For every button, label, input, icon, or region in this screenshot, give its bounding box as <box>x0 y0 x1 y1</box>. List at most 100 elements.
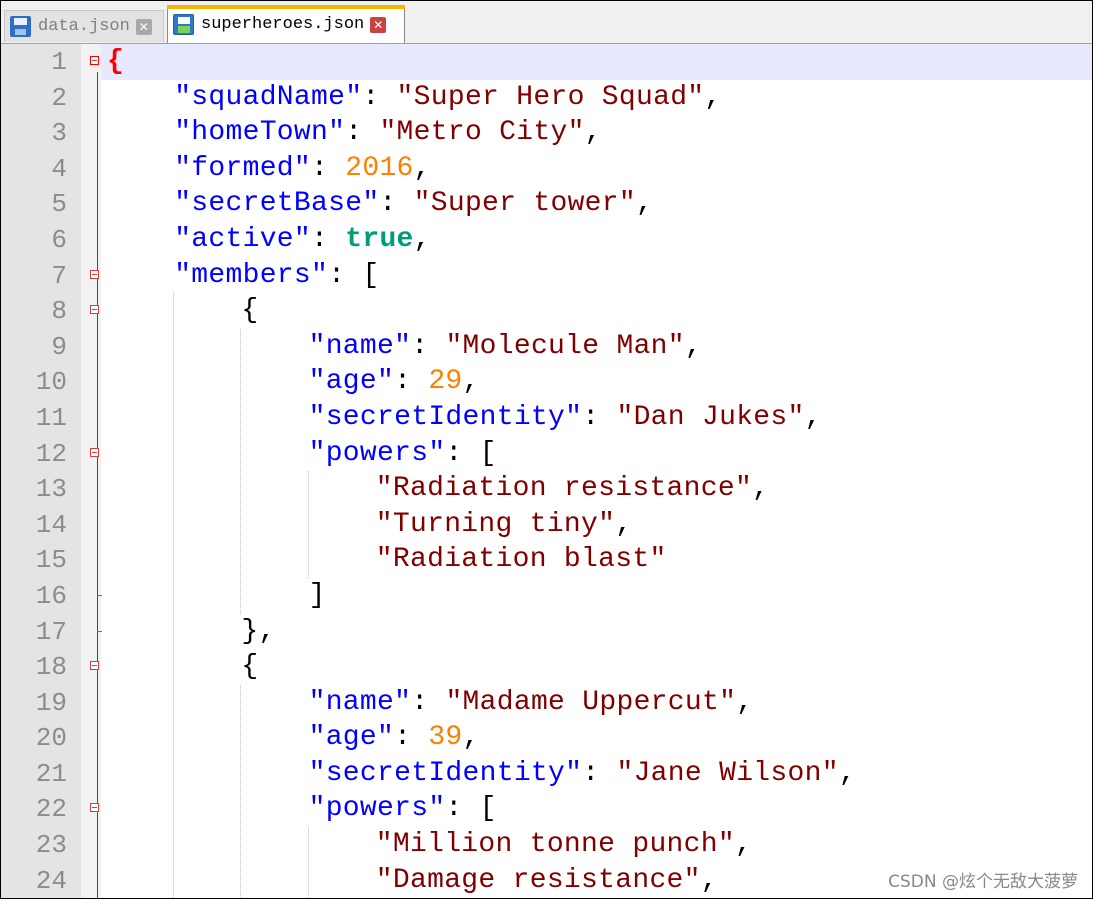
tab-superheroes-json[interactable]: superheroes.json ✕ <box>167 5 405 43</box>
line-number: 3 <box>51 118 67 149</box>
line-number: 9 <box>51 331 67 362</box>
line-number: 4 <box>51 153 67 184</box>
code-token: , <box>413 223 431 255</box>
code-line: 13 "Radiation resistance", <box>1 471 1092 507</box>
code-token: , <box>615 508 633 540</box>
code-token: true <box>345 223 414 255</box>
code-line: 4 "formed": 2016, <box>1 151 1092 187</box>
code-token: "Madame Uppercut" <box>445 686 737 718</box>
line-number: 19 <box>35 687 67 718</box>
code-line: 15 "Radiation blast" <box>1 542 1092 578</box>
line-number: 17 <box>35 616 67 647</box>
save-icon <box>10 16 31 37</box>
code-editor[interactable]: 1{2 "squadName": "Super Hero Squad", 3 "hom… <box>1 44 1092 898</box>
code-token: "Molecule Man" <box>445 330 685 362</box>
close-icon[interactable]: ✕ <box>135 18 152 35</box>
code-text: { <box>241 649 258 685</box>
code-token: , <box>462 366 480 398</box>
code-token: "Super Hero Squad" <box>396 81 705 113</box>
code-token: "age" <box>308 722 395 754</box>
code-token: { <box>107 46 125 77</box>
fold-minus-icon[interactable] <box>90 305 99 315</box>
code-text: "name": "Madame Uppercut", <box>309 685 754 721</box>
watermark: CSDN @炫个无敌大菠萝 <box>888 867 1078 892</box>
code-token: , <box>462 722 480 754</box>
line-number: 13 <box>35 474 67 505</box>
close-icon[interactable]: ✕ <box>370 16 387 33</box>
fold-minus-icon[interactable] <box>90 803 99 813</box>
code-token: : [ <box>328 259 380 291</box>
code-token: ] <box>308 579 326 611</box>
code-text: "squadName": "Super Hero Squad", <box>174 80 721 116</box>
code-token: "name" <box>308 686 412 718</box>
code-token: : <box>311 152 346 184</box>
line-number: 15 <box>35 545 67 576</box>
code-line: 6 "active": true, <box>1 222 1092 258</box>
code-line: 9 "name": "Molecule Man", <box>1 329 1092 365</box>
line-number: 8 <box>51 296 67 327</box>
code-token: , <box>413 152 431 184</box>
code-token: , <box>752 473 770 505</box>
fold-minus-icon[interactable] <box>90 56 99 65</box>
code-token: "name" <box>308 330 412 362</box>
code-text: "powers": [ <box>309 791 497 827</box>
code-token: "Jane Wilson" <box>616 757 839 789</box>
line-number: 14 <box>35 509 67 540</box>
code-text: "Damage resistance", <box>376 863 718 898</box>
code-token: "Turning tiny" <box>375 508 616 540</box>
code-token: , <box>700 864 718 896</box>
code-token: "Dan Jukes" <box>616 401 805 433</box>
code-token: , <box>704 81 722 113</box>
code-token: : <box>582 757 617 789</box>
fold-end-marker <box>97 630 102 632</box>
code-token: 29 <box>428 366 463 398</box>
code-line: 11 "secretIdentity": "Dan Jukes", <box>1 400 1092 436</box>
code-line: 8{ <box>1 293 1092 329</box>
code-token: , <box>734 829 753 861</box>
code-token: , <box>584 117 602 149</box>
code-token: , <box>736 686 754 718</box>
code-line: 19 "name": "Madame Uppercut", <box>1 685 1092 721</box>
code-text: "Radiation resistance", <box>376 471 769 507</box>
code-line: 22 "powers": [ <box>1 791 1092 827</box>
tab-data-json[interactable]: data.json ✕ <box>4 10 164 42</box>
line-number: 10 <box>35 367 67 398</box>
code-line: 16] <box>1 578 1092 614</box>
fold-end-marker <box>97 594 102 596</box>
code-token: , <box>635 188 654 220</box>
code-token: "Radiation blast" <box>375 544 667 576</box>
code-token: 2016 <box>345 152 414 184</box>
code-token: "powers" <box>308 793 446 825</box>
code-line: 1{ <box>1 44 1092 80</box>
fold-minus-icon[interactable] <box>90 447 99 457</box>
save-icon <box>173 14 194 35</box>
code-token: , <box>838 757 856 789</box>
line-number: 16 <box>35 580 67 611</box>
code-line: 5 "secretBase": "Super tower", <box>1 186 1092 222</box>
code-token: : [ <box>445 437 497 469</box>
code-text: "secretBase": "Super tower", <box>174 186 653 222</box>
code-token: "squadName" <box>174 81 363 113</box>
code-token: { <box>241 651 259 683</box>
code-token: : <box>411 686 446 718</box>
code-text: "active": true, <box>174 222 431 258</box>
code-text: "formed": 2016, <box>174 151 431 187</box>
code-token: : <box>345 117 380 149</box>
code-token: "members" <box>174 259 329 291</box>
code-line: 21 "secretIdentity": "Jane Wilson", <box>1 756 1092 792</box>
line-number: 2 <box>51 82 67 113</box>
code-line: 14 "Turning tiny", <box>1 507 1092 543</box>
code-text: { <box>107 44 124 80</box>
code-text: "Million tonne punch", <box>376 827 752 863</box>
code-line: 2 "squadName": "Super Hero Squad", <box>1 80 1092 116</box>
tab-bar: data.json ✕ superheroes.json ✕ <box>1 1 1092 44</box>
line-number: 5 <box>51 189 67 220</box>
code-text: "homeTown": "Metro City", <box>174 115 602 151</box>
fold-minus-icon[interactable] <box>90 269 99 279</box>
code-token: : <box>394 366 429 398</box>
line-number: 24 <box>35 865 67 896</box>
fold-minus-icon[interactable] <box>90 661 99 671</box>
editor-window: data.json ✕ superheroes.json ✕ 1{2 "squad… <box>0 0 1093 899</box>
code-token: : <box>411 330 446 362</box>
line-number: 22 <box>35 794 67 825</box>
